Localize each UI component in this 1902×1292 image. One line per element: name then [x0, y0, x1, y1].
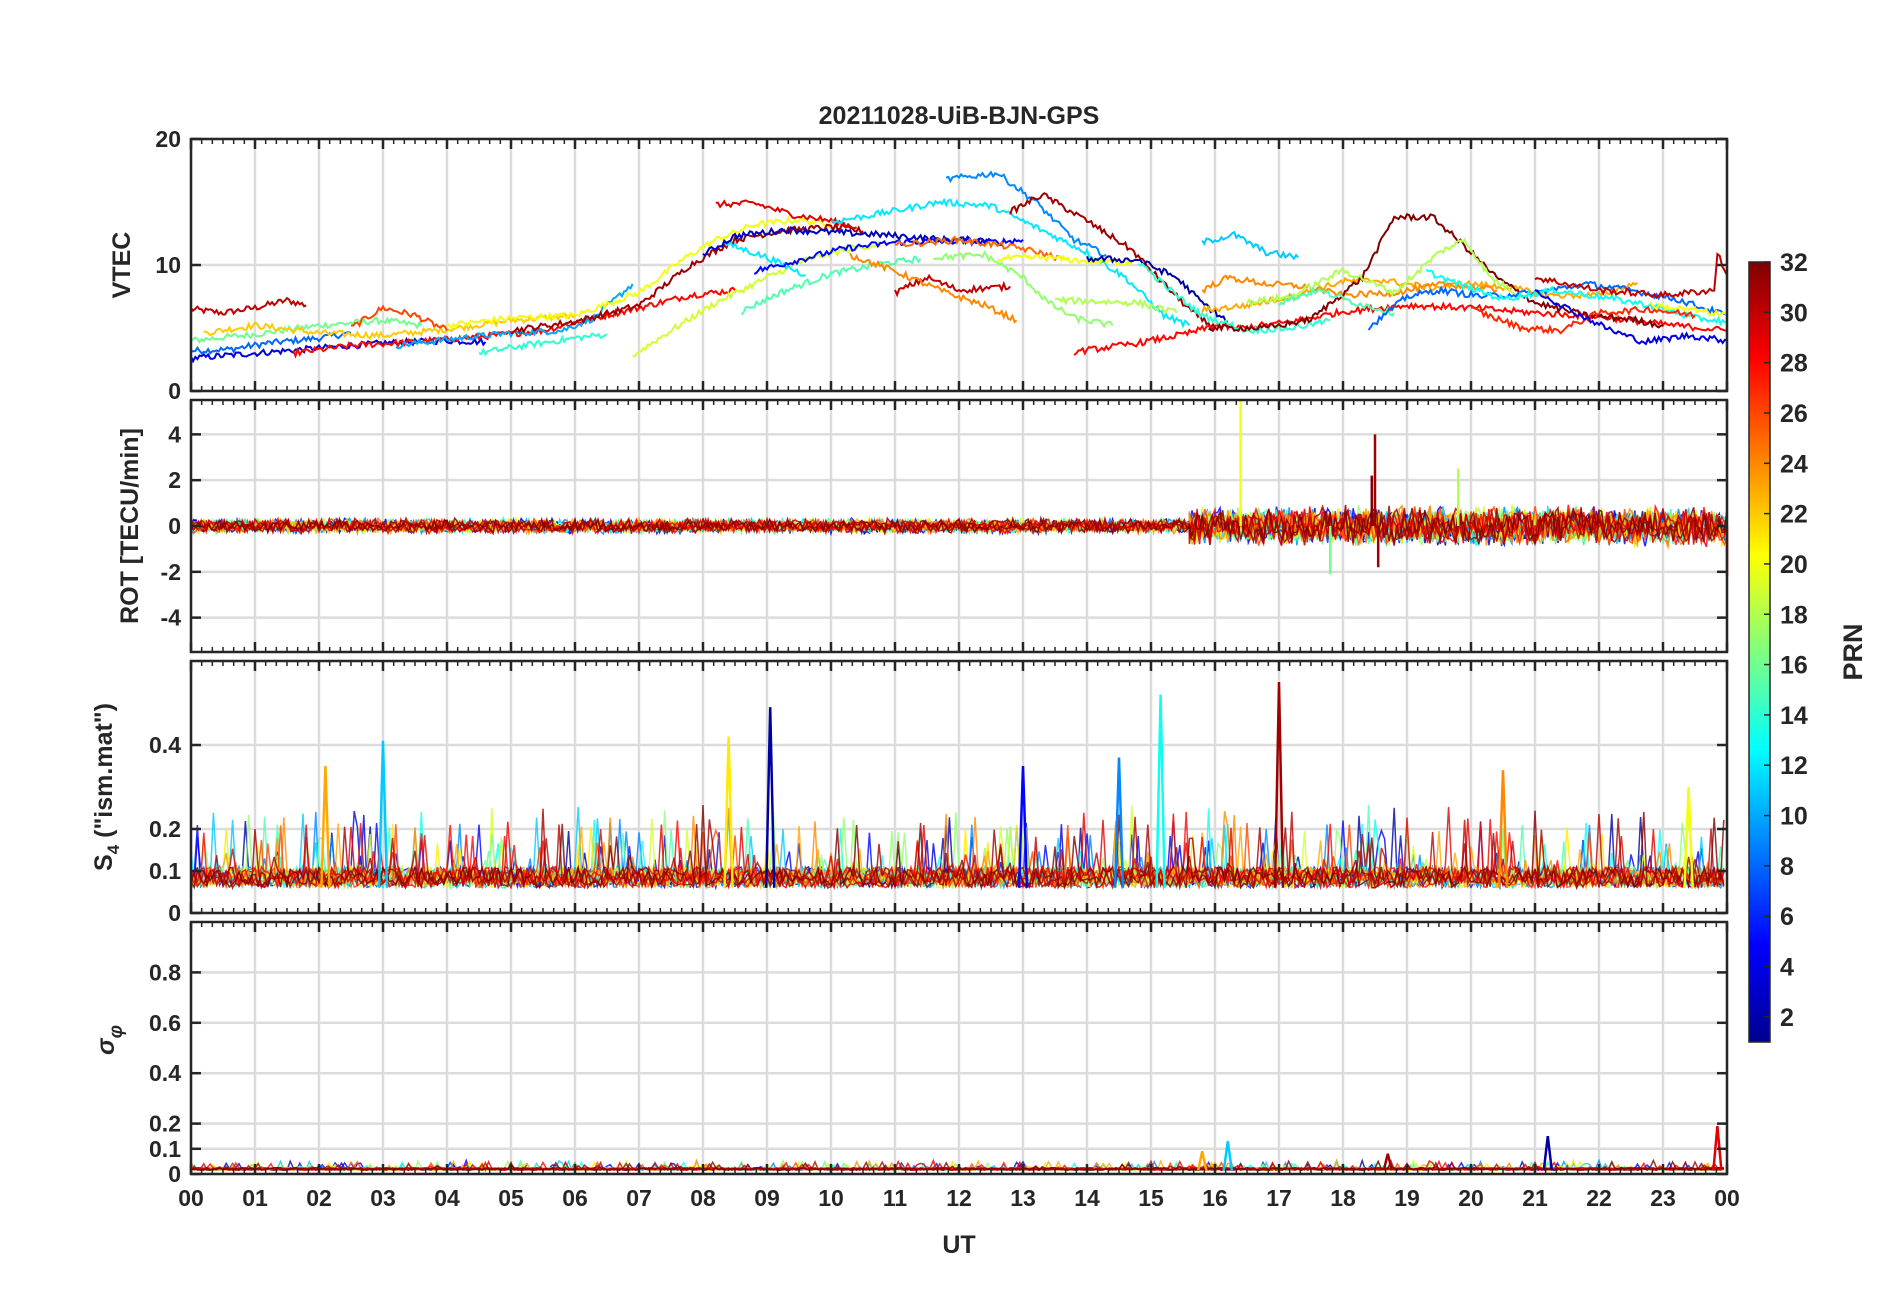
y-axis-label-s4: S4 ("ism.mat") [90, 703, 123, 871]
x-tick-label: 00 [178, 1185, 204, 1211]
x-tick-label: 10 [818, 1185, 844, 1211]
y-tick-label: 0 [168, 900, 181, 926]
y-tick-label: 0.2 [149, 816, 181, 842]
y-tick-label: 10 [155, 252, 181, 278]
colorbar-tick-label: 20 [1780, 551, 1808, 579]
x-tick-label: 07 [626, 1185, 652, 1211]
x-tick-label: 03 [370, 1185, 396, 1211]
x-tick-label: 20 [1458, 1185, 1484, 1211]
colorbar-tick-label: 24 [1780, 450, 1808, 478]
x-tick-label: 02 [306, 1185, 332, 1211]
y-axis-label-vtec: VTEC [108, 232, 136, 299]
figure: 20211028-UiB-BJN-GPS 01020 VTEC -4-2024 … [90, 102, 1868, 1259]
x-tick-label: 00 [1714, 1185, 1740, 1211]
y-tick-label: 0.6 [149, 1010, 181, 1036]
x-tick-label: 11 [883, 1185, 908, 1211]
y-tick-label: 0.8 [149, 959, 181, 985]
y-axis-label-rot: ROT [TECU/min] [116, 428, 144, 624]
colorbar-tick-label: 14 [1780, 702, 1808, 730]
y-axis-label-sigma-phi: σφ [92, 1025, 127, 1055]
chart-title: 20211028-UiB-BJN-GPS [819, 102, 1100, 130]
x-tick-label: 09 [754, 1185, 780, 1211]
colorbar-tick-label: 2 [1780, 1004, 1794, 1032]
colorbar-tick-label: 30 [1780, 299, 1808, 327]
panel-vtec: 0 10 20 VTEC [108, 126, 1729, 404]
x-axis-label: UT [942, 1231, 975, 1259]
y-tick-labels-s4: 0 0.1 0.2 0.4 [149, 732, 181, 926]
x-tick-label: 06 [562, 1185, 588, 1211]
colorbar-tick-label: 12 [1780, 752, 1808, 780]
x-tick-label: 17 [1266, 1185, 1292, 1211]
x-tick-label: 23 [1650, 1185, 1676, 1211]
x-tick-label: 18 [1330, 1185, 1356, 1211]
colorbar-tick-label: 10 [1780, 803, 1808, 831]
colorbar-tick-label: 4 [1780, 954, 1794, 982]
colorbar-tick-label: 8 [1780, 853, 1794, 881]
colorbar-tick-label: 18 [1780, 601, 1808, 629]
panel-sigma-phi: 00.10.2 0.4 0.6 0.8 σφ [92, 920, 1729, 1187]
y-tick-label: -4 [161, 605, 182, 631]
x-tick-label: 12 [946, 1185, 972, 1211]
colorbar: 2468101214161820222426283032 PRN [1748, 249, 1868, 1043]
x-tick-label: 13 [1010, 1185, 1036, 1211]
y-tick-labels-rot: -4 -2 0 2 4 [161, 421, 182, 630]
x-tick-label: 16 [1202, 1185, 1228, 1211]
x-tick-label: 05 [498, 1185, 524, 1211]
x-tick-label: 14 [1074, 1185, 1100, 1211]
y-tick-label: 4 [168, 421, 181, 447]
colorbar-gradient [1748, 261, 1771, 1043]
y-tick-label: 0.2 [149, 1111, 181, 1137]
y-tick-label: 0.4 [149, 732, 181, 758]
panel-s4: 0 0.1 0.2 0.4 S4 ("ism.mat") [90, 659, 1729, 926]
x-tick-labels: 00 01 02 03 04 05 06 07 08 09 10 11 12 13 14 15 16 17 18 19… [178, 1185, 1740, 1211]
x-tick-label: 04 [434, 1185, 460, 1211]
y-tick-label: -2 [161, 559, 181, 585]
colorbar-tick-label: 26 [1780, 400, 1808, 428]
colorbar-tick-label: 32 [1780, 249, 1808, 277]
colorbar-tick-label: 6 [1780, 903, 1794, 931]
y-tick-label: 0 [168, 1161, 181, 1187]
x-tick-label: 19 [1394, 1185, 1420, 1211]
panel-rot: -4 -2 0 2 4 ROT [TECU/min] [116, 398, 1729, 654]
colorbar-label: PRN [1838, 623, 1868, 680]
x-tick-label: 15 [1138, 1185, 1164, 1211]
y-tick-label: 0.4 [149, 1060, 181, 1086]
colorbar-tick-label: 28 [1780, 350, 1808, 378]
x-tick-label: 08 [690, 1185, 716, 1211]
y-tick-labels-sigma-phi: 00.10.2 0.4 0.6 0.8 [149, 959, 181, 1187]
x-tick-label: 21 [1522, 1185, 1548, 1211]
y-tick-label: 2 [168, 467, 181, 493]
y-tick-label: 0.1 [149, 858, 181, 884]
colorbar-tick-label: 16 [1780, 652, 1808, 680]
x-tick-label: 01 [242, 1185, 268, 1211]
x-tick-label: 22 [1586, 1185, 1612, 1211]
y-tick-label: 0.1 [149, 1136, 181, 1162]
y-tick-label: 0 [168, 513, 181, 539]
y-tick-label: 20 [155, 126, 181, 152]
colorbar-tick-label: 22 [1780, 501, 1808, 529]
y-tick-labels-vtec: 0 10 20 [155, 126, 181, 404]
y-tick-label: 0 [168, 378, 181, 404]
